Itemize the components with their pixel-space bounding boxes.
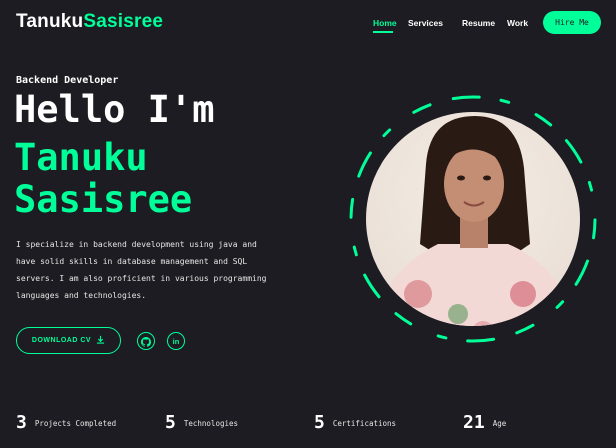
logo-first-name: Tanuku [16,11,84,32]
stat-certifications: 5 Certifications [314,411,396,435]
stat-number: 5 [314,412,325,433]
stat-label: Certifications [332,418,397,428]
nav-home[interactable]: Home [373,18,408,33]
hero-bio: I specialize in backend development usin… [16,240,267,300]
hero-name-last: Sasisree [14,178,193,221]
nav-work[interactable]: Work [507,18,537,32]
stat-number: 3 [16,412,27,433]
download-icon [96,335,105,346]
linkedin-link[interactable]: in [167,332,185,350]
linkedin-icon: in [172,336,180,346]
download-cv-button[interactable]: DOWNLOAD CV [16,327,121,354]
logo-last-name: Sasisree [83,11,164,32]
profile-photo [348,94,598,344]
hero-greeting: Hello I'm [14,88,215,131]
github-link[interactable] [137,332,155,350]
stat-technologies: 5 Technologies [165,411,238,435]
download-cv-label: DOWNLOAD CV [31,337,92,344]
main-nav: Home Services Resume Work [373,18,537,33]
nav-services[interactable]: Services [408,18,462,32]
stat-projects: 3 Projects Completed [16,411,116,435]
github-icon [141,332,152,351]
stat-number: 5 [165,412,176,433]
hero-name-first: Tanuku [14,136,148,179]
hire-me-button[interactable]: Hire Me [543,11,601,34]
role-subtitle: Backend Developer [16,75,119,86]
stat-label: Projects Completed [34,418,117,428]
nav-resume[interactable]: Resume [462,18,507,32]
stat-label: Technologies [183,418,239,428]
site-logo[interactable]: TanukuSasisree [16,11,163,33]
stats-row: 3 Projects Completed 5 Technologies 5 Ce… [16,411,606,435]
stat-label: Age [492,418,507,428]
stat-number: 21 [463,412,485,433]
stat-age: 21 Age [463,411,506,435]
